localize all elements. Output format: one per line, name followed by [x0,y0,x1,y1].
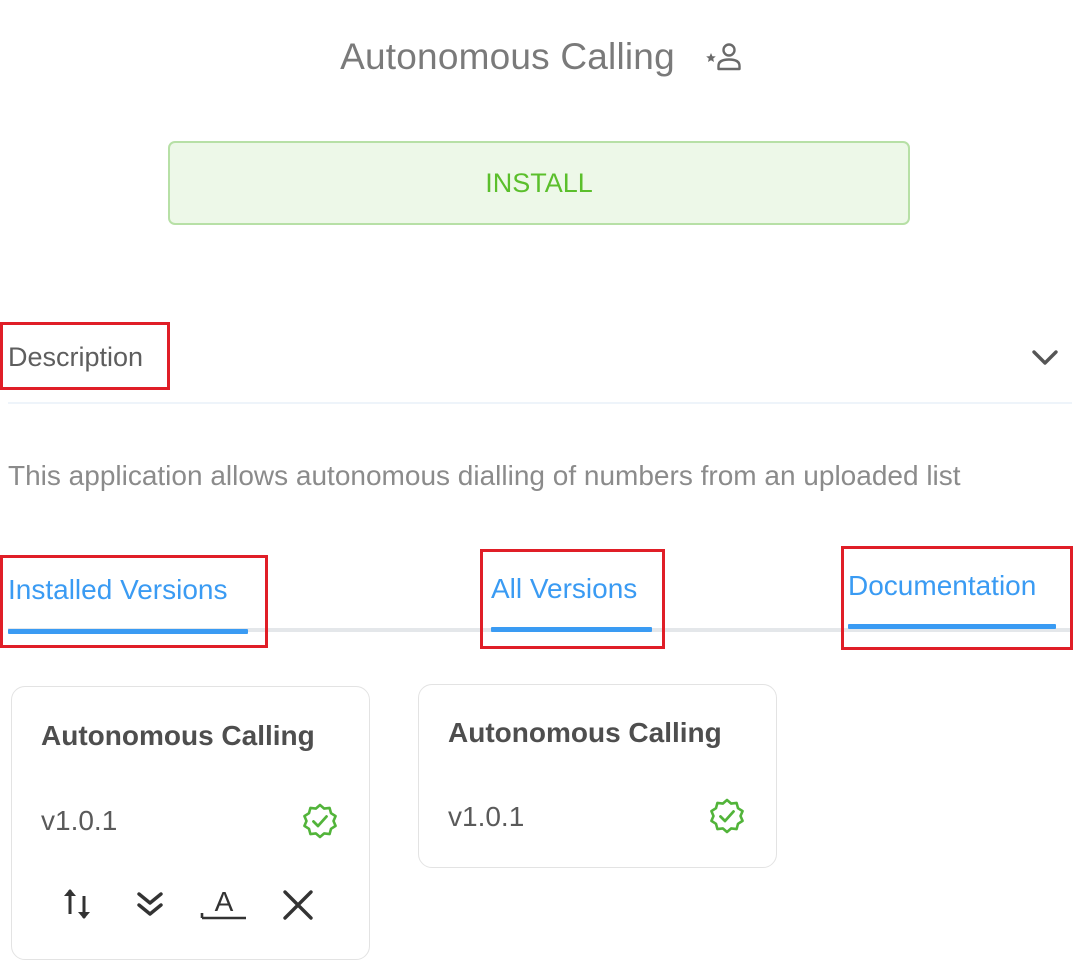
description-accordion-header[interactable]: Description [0,322,1075,392]
app-detail-page: Autonomous Calling INSTALL Description T… [0,0,1083,964]
highlight-box-installed-versions [0,555,268,648]
version-card[interactable]: Autonomous Calling v1.0.1 [11,686,370,960]
tab-all-versions[interactable]: All Versions [480,549,665,649]
sort-icon[interactable] [60,884,96,929]
version-card[interactable]: Autonomous Calling v1.0.1 [418,684,777,868]
double-chevron-down-icon[interactable] [134,888,166,927]
verified-badge-icon [709,798,745,839]
card-title: Autonomous Calling [41,720,315,751]
highlight-box-all-versions [480,549,665,649]
svg-text:A: A [215,886,234,917]
description-heading: Description [8,342,144,372]
card-version: v1.0.1 [448,801,525,832]
chevron-down-icon[interactable] [1031,348,1059,373]
app-title: Autonomous Calling [340,36,675,77]
description-divider [8,402,1072,404]
tab-documentation[interactable]: Documentation [841,546,1073,650]
app-header: Autonomous Calling [0,36,1083,78]
card-version: v1.0.1 [41,805,118,836]
highlight-box-documentation [841,546,1073,650]
card-title: Autonomous Calling [448,717,722,748]
install-button[interactable]: INSTALL [168,141,910,225]
description-text: This application allows autonomous diall… [8,460,961,491]
verified-badge-icon [302,803,338,844]
text-format-icon[interactable]: A [200,882,248,929]
favorite-user-icon[interactable] [705,42,743,72]
close-icon[interactable] [280,887,316,928]
tab-installed-versions[interactable]: Installed Versions [0,555,268,648]
